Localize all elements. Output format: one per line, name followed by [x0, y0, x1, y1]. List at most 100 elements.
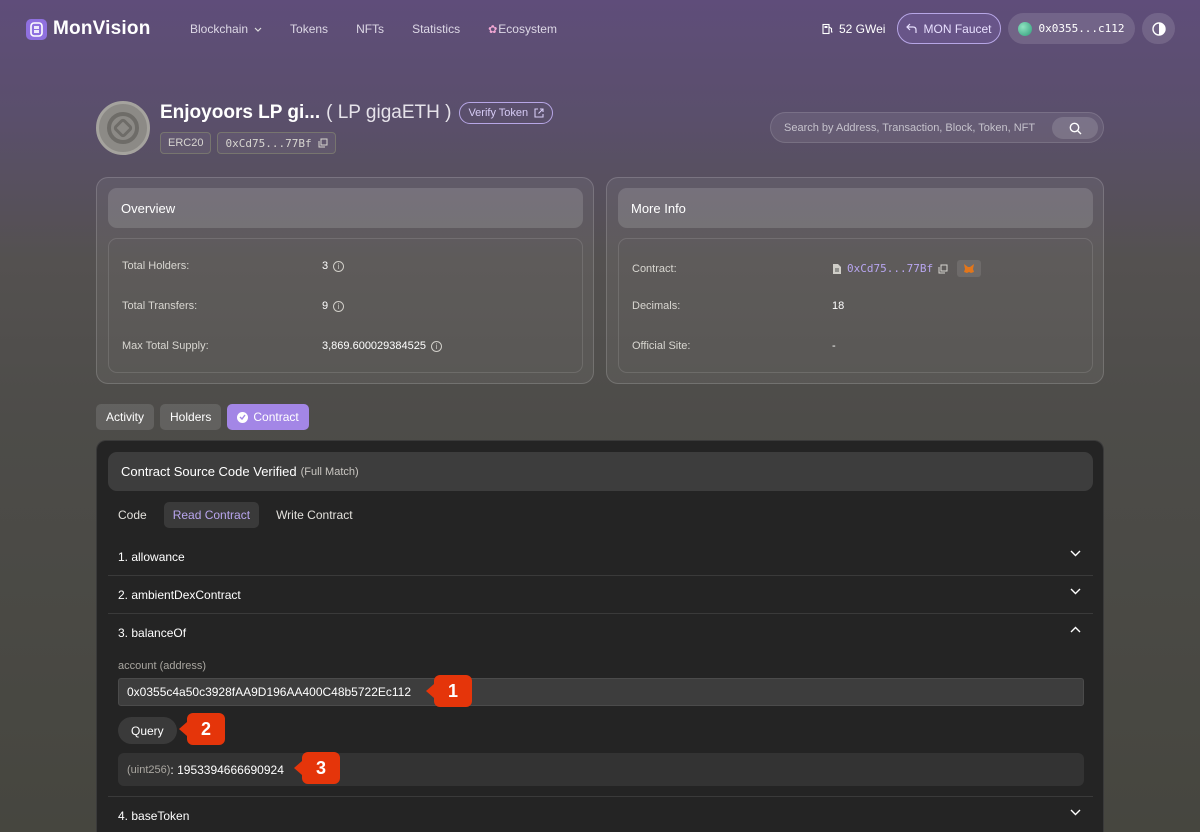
tab-activity[interactable]: Activity	[96, 404, 155, 430]
token-name: Enjoyoors LP gi...	[160, 102, 321, 123]
info-icon[interactable]: i	[333, 260, 345, 272]
search-icon	[1069, 122, 1081, 134]
function-name: 4. baseToken	[118, 808, 190, 823]
mon-faucet-button[interactable]: MON Faucet	[897, 13, 1001, 44]
decimals-value: 18	[832, 300, 845, 312]
total-holders-label: Total Holders:	[122, 260, 190, 272]
max-supply-value: 3,869.600029384525	[322, 340, 426, 352]
verified-header: Contract Source Code Verified (Full Matc…	[108, 452, 1093, 491]
brand-name: MonVision	[53, 18, 151, 39]
wallet-avatar-icon	[1018, 21, 1033, 36]
faucet-arrow-icon	[906, 23, 918, 33]
search-input[interactable]	[784, 121, 1054, 134]
token-symbol: ( LP gigaETH )	[326, 102, 452, 123]
wallet-button[interactable]: 0x0355...c112	[1008, 13, 1135, 44]
tab-holders[interactable]: Holders	[160, 404, 222, 430]
contract-panel: Contract Source Code Verified (Full Matc…	[96, 440, 1104, 832]
token-avatar	[96, 101, 150, 155]
subtab-read-contract[interactable]: Read Contract	[163, 502, 260, 528]
tab-contract[interactable]: Contract	[227, 404, 309, 430]
token-title: Enjoyoors LP gi... ( LP gigaETH ) Verify…	[160, 102, 554, 124]
search-button[interactable]	[1052, 117, 1098, 139]
info-icon[interactable]: i	[333, 300, 345, 312]
callout-badge-1: 1	[426, 675, 472, 707]
function-row-basetoken[interactable]: 4. baseToken	[108, 796, 1093, 832]
function-row-balanceof[interactable]: 3. balanceOf	[108, 614, 1093, 652]
chevron-down-icon	[254, 27, 262, 32]
copy-icon[interactable]	[318, 138, 328, 148]
token-logo-icon	[107, 112, 139, 144]
token-address[interactable]: 0xCd75...77Bf	[225, 137, 311, 150]
function-name: 1. allowance	[118, 549, 185, 564]
nav-ecosystem-label: Ecosystem	[498, 22, 557, 36]
result-type: (uint256)	[127, 763, 171, 776]
ecosystem-icon: ✿	[488, 23, 498, 36]
info-icon[interactable]: i	[431, 340, 442, 352]
document-icon	[833, 263, 841, 274]
function-row-allowance[interactable]: 1. allowance	[108, 538, 1093, 576]
total-transfers-value: 9	[322, 300, 329, 312]
contract-row: Contract: 0xCd75...77Bf	[632, 260, 982, 277]
verify-token-label: Verify Token	[468, 107, 529, 119]
more-info-card: More Info Contract: 0xCd75...77Bf Decima…	[606, 177, 1104, 384]
verify-token-button[interactable]: Verify Token	[459, 102, 554, 124]
chevron-down-icon	[1070, 809, 1081, 816]
query-button[interactable]: Query	[118, 717, 177, 744]
theme-toggle-button[interactable]	[1142, 13, 1175, 44]
nav-nfts[interactable]: NFTs	[356, 22, 384, 36]
nav-ecosystem[interactable]: ✿ Ecosystem	[488, 22, 557, 36]
external-link-icon	[534, 108, 544, 118]
search-bar	[770, 112, 1104, 143]
chevron-up-icon	[1070, 626, 1081, 633]
overview-body: Total Holders: 3i Total Transfers: 9i Ma…	[108, 238, 583, 373]
total-transfers-row: Total Transfers: 9i	[122, 300, 345, 312]
gas-pump-icon	[822, 23, 833, 35]
top-nav: MonVision Blockchain Tokens NFTs Statist…	[0, 0, 1200, 58]
result-value: 1953394666690924	[177, 762, 284, 777]
overview-card: Overview Total Holders: 3i Total Transfe…	[96, 177, 594, 384]
more-info-title: More Info	[618, 188, 1093, 228]
check-circle-icon	[237, 411, 249, 423]
decimals-label: Decimals:	[632, 300, 681, 312]
param-label: account (address)	[118, 660, 207, 672]
token-address-tag: 0xCd75...77Bf	[217, 132, 336, 154]
subtab-write-contract[interactable]: Write Contract	[267, 502, 361, 528]
total-holders-value: 3	[322, 260, 329, 272]
subtab-code[interactable]: Code	[109, 502, 156, 528]
chevron-down-icon	[1070, 550, 1081, 557]
function-row-ambientdexcontract[interactable]: 2. ambientDexContract	[108, 576, 1093, 614]
gas-price: 52 GWei	[822, 22, 885, 36]
account-address-input[interactable]	[118, 678, 1084, 706]
contract-address-link[interactable]: 0xCd75...77Bf	[847, 262, 933, 275]
callout-badge-3: 3	[294, 752, 340, 784]
tab-contract-label: Contract	[253, 410, 299, 424]
faucet-label: MON Faucet	[923, 21, 992, 36]
wallet-address: 0x0355...c112	[1038, 22, 1125, 35]
max-supply-label: Max Total Supply:	[122, 340, 209, 352]
nav-blockchain[interactable]: Blockchain	[190, 22, 262, 36]
token-standard-tag: ERC20	[160, 132, 212, 154]
contract-label: Contract:	[632, 262, 677, 275]
total-transfers-label: Total Transfers:	[122, 300, 198, 312]
official-site-row: Official Site: -	[632, 340, 836, 352]
official-site-value: -	[832, 340, 836, 352]
max-supply-row: Max Total Supply: 3,869.600029384525 i	[122, 340, 442, 352]
brand-logo[interactable]: MonVision	[26, 18, 151, 40]
gas-value: 52 GWei	[839, 22, 886, 36]
nav-tokens[interactable]: Tokens	[290, 22, 328, 36]
contract-subtabs: Code Read Contract Write Contract	[109, 502, 362, 528]
total-holders-row: Total Holders: 3i	[122, 260, 345, 272]
callout-badge-2: 2	[179, 713, 225, 745]
more-info-body: Contract: 0xCd75...77Bf Decimals: 18 Off…	[618, 238, 1093, 373]
query-result: (uint256): 1953394666690924	[118, 753, 1084, 786]
result-separator: :	[170, 762, 178, 777]
metamask-icon[interactable]	[957, 260, 982, 277]
nav-statistics[interactable]: Statistics	[412, 22, 460, 36]
function-name: 3. balanceOf	[118, 626, 187, 640]
token-tabs: Activity Holders Contract	[96, 404, 309, 430]
copy-icon[interactable]	[938, 264, 948, 274]
contrast-icon	[1151, 21, 1166, 36]
verified-title: Contract Source Code Verified	[121, 464, 297, 479]
monvision-logo-icon	[26, 18, 47, 40]
function-name: 2. ambientDexContract	[118, 587, 241, 602]
